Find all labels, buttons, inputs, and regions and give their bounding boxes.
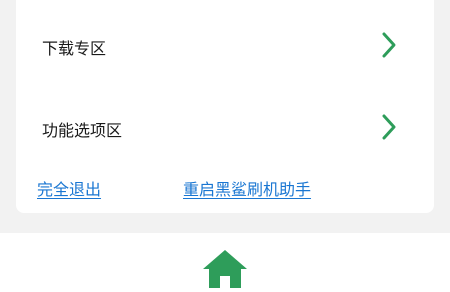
menu-item-function-options[interactable]: 功能选项区 <box>16 103 434 153</box>
chevron-right-icon <box>382 32 396 58</box>
action-links: 完全退出 重启黑鲨刷机助手 <box>16 176 434 202</box>
chevron-right-icon <box>382 114 396 140</box>
page: 下载专区 功能选项区 完全退出 重启黑鲨刷机助手 <box>0 0 450 292</box>
exit-link[interactable]: 完全退出 <box>37 176 101 200</box>
bottom-nav-bar <box>0 233 450 292</box>
menu-card: 下载专区 功能选项区 完全退出 重启黑鲨刷机助手 <box>16 0 434 213</box>
menu-item-download-zone[interactable]: 下载专区 <box>16 21 434 71</box>
menu-item-label: 下载专区 <box>42 39 107 58</box>
restart-helper-link[interactable]: 重启黑鲨刷机助手 <box>183 176 311 200</box>
menu-item-label: 功能选项区 <box>42 121 123 140</box>
home-icon[interactable] <box>202 249 248 289</box>
